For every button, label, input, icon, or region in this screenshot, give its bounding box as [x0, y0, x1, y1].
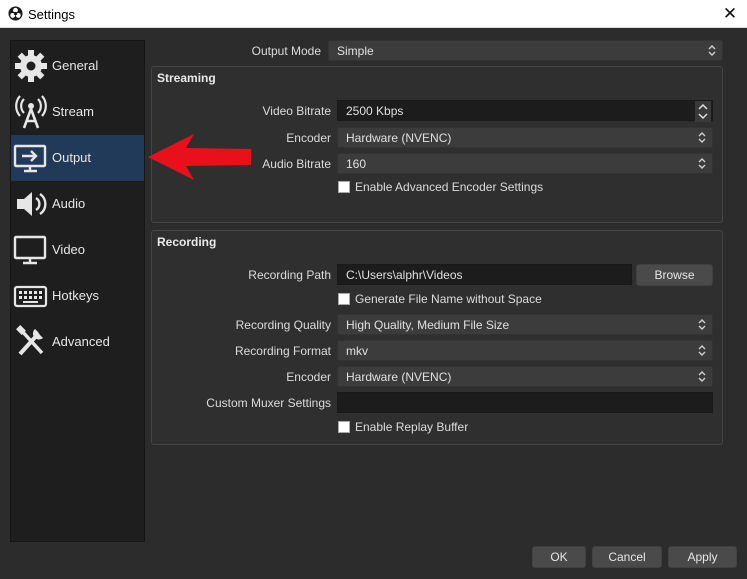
- video-bitrate-spinbox[interactable]: 2500 Kbps: [337, 100, 713, 122]
- recording-path-label: Recording Path: [248, 268, 331, 282]
- output-mode-select[interactable]: Simple: [328, 40, 723, 61]
- recording-format-select[interactable]: mkv: [337, 340, 713, 361]
- output-mode-label: Output Mode: [251, 44, 321, 58]
- recording-format-label: Recording Format: [234, 344, 331, 358]
- output-mode-value: Simple: [337, 44, 374, 58]
- custom-muxer-input[interactable]: [337, 392, 713, 413]
- apply-button[interactable]: Apply: [668, 546, 737, 568]
- custom-muxer-label: Custom Muxer Settings: [206, 396, 331, 410]
- replay-buffer-label: Enable Replay Buffer: [355, 420, 469, 434]
- recording-quality-select[interactable]: High Quality, Medium File Size: [337, 314, 713, 335]
- spinbox-arrows-icon[interactable]: [695, 101, 711, 122]
- sidebar-item-label: Output: [52, 150, 92, 165]
- checkbox-box[interactable]: [338, 293, 350, 305]
- cancel-button[interactable]: Cancel: [592, 546, 662, 568]
- recording-path-value: C:\Users\alphr\Videos: [346, 268, 463, 282]
- recording-path-input[interactable]: C:\Users\alphr\Videos: [337, 264, 632, 285]
- sidebar-item-label: Audio: [52, 196, 86, 211]
- keyboard-icon: [13, 285, 48, 308]
- streaming-encoder-select[interactable]: Hardware (NVENC): [337, 127, 713, 148]
- annotation-arrow-icon: [148, 134, 251, 180]
- sidebar-item-label: General: [52, 58, 99, 73]
- settings-sidebar: General Stream Output Audio Video Hotkey…: [10, 40, 145, 542]
- tools-icon: [16, 325, 44, 356]
- sidebar-item-label: Video: [52, 242, 86, 257]
- antenna-icon: [15, 95, 47, 129]
- sidebar-item-label: Hotkeys: [52, 288, 99, 303]
- video-bitrate-value: 2500 Kbps: [346, 104, 404, 118]
- chevron-updown-icon: [698, 319, 706, 330]
- audio-bitrate-select[interactable]: 160: [337, 153, 713, 174]
- streaming-group-title: Streaming: [157, 71, 216, 85]
- audio-bitrate-value: 160: [346, 157, 367, 171]
- chevron-updown-icon: [698, 132, 706, 143]
- video-bitrate-label: Video Bitrate: [262, 104, 332, 118]
- recording-quality-value: High Quality, Medium File Size: [346, 318, 510, 332]
- chevron-updown-icon: [698, 345, 706, 356]
- sidebar-item-hotkeys[interactable]: Hotkeys: [11, 273, 144, 319]
- close-icon[interactable]: ✕: [713, 0, 747, 28]
- recording-format-value: mkv: [346, 344, 368, 358]
- chevron-updown-icon: [698, 371, 706, 382]
- recording-group-title: Recording: [157, 235, 217, 249]
- streaming-encoder-value: Hardware (NVENC): [346, 131, 452, 145]
- obs-logo-icon: [8, 6, 23, 21]
- chevron-updown-icon: [698, 158, 706, 169]
- ok-button[interactable]: OK: [532, 546, 586, 568]
- chevron-updown-icon: [708, 45, 716, 56]
- sidebar-item-label: Advanced: [52, 334, 110, 349]
- sidebar-item-stream[interactable]: Stream: [11, 89, 144, 135]
- window-title: Settings: [28, 7, 75, 22]
- recording-encoder-label: Encoder: [286, 370, 331, 384]
- gear-icon: [15, 50, 47, 82]
- recording-encoder-value: Hardware (NVENC): [346, 370, 452, 384]
- sidebar-item-label: Stream: [52, 104, 94, 119]
- settings-client-area: General Stream Output Audio Video Hotkey…: [0, 28, 747, 579]
- browse-button[interactable]: Browse: [636, 264, 713, 286]
- advanced-encoder-checkbox[interactable]: Enable Advanced Encoder Settings: [338, 180, 543, 196]
- no-space-filename-checkbox[interactable]: Generate File Name without Space: [338, 292, 542, 308]
- sidebar-item-output[interactable]: Output: [11, 135, 144, 181]
- sidebar-item-audio[interactable]: Audio: [11, 181, 144, 227]
- recording-quality-label: Recording Quality: [235, 318, 331, 332]
- no-space-filename-label: Generate File Name without Space: [355, 292, 542, 306]
- monitor-output-icon: [13, 144, 47, 173]
- sidebar-item-advanced[interactable]: Advanced: [11, 319, 144, 365]
- checkbox-box[interactable]: [338, 181, 350, 193]
- title-bar: Settings ✕: [0, 0, 747, 28]
- monitor-icon: [13, 235, 47, 265]
- checkbox-box[interactable]: [338, 421, 350, 433]
- recording-encoder-select[interactable]: Hardware (NVENC): [337, 366, 713, 387]
- sidebar-item-video[interactable]: Video: [11, 227, 144, 273]
- speaker-icon: [17, 192, 47, 216]
- replay-buffer-checkbox[interactable]: Enable Replay Buffer: [338, 420, 538, 436]
- sidebar-item-general[interactable]: General: [11, 43, 144, 89]
- advanced-encoder-label: Enable Advanced Encoder Settings: [355, 180, 544, 194]
